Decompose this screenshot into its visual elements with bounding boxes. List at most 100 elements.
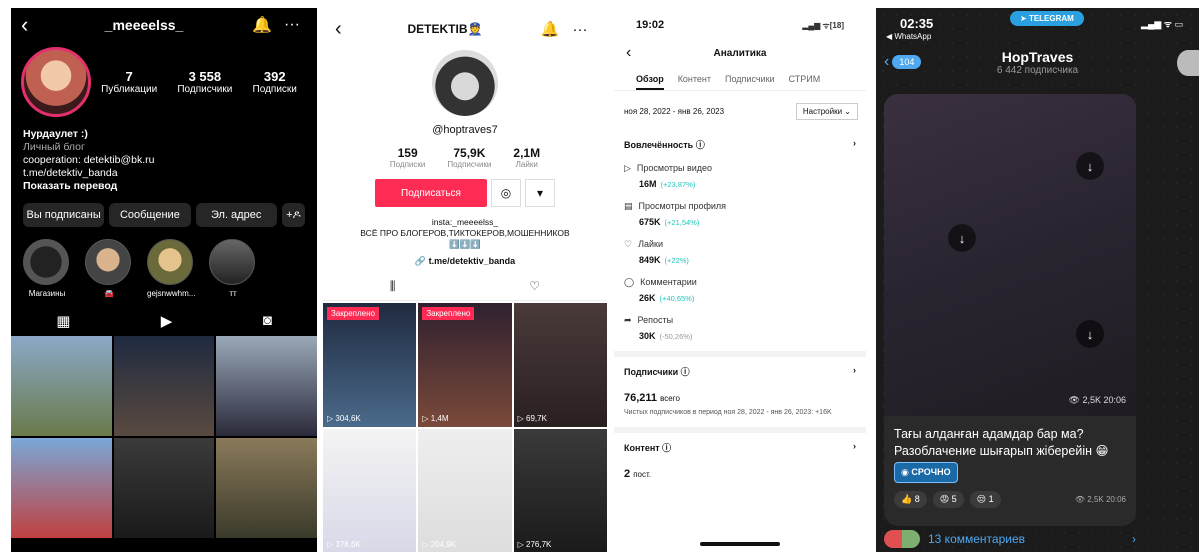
engagement-section-header[interactable]: Вовлечённость ⓘ › xyxy=(614,120,866,151)
metric-comments: ◯ Комментарии 26K (+40,65%) xyxy=(614,265,866,303)
stat-following[interactable]: 392 Подписки xyxy=(253,69,297,95)
grid-icon[interactable]: ▦ xyxy=(56,312,70,330)
more-icon[interactable]: ··· xyxy=(565,21,595,38)
post-thumbnail[interactable] xyxy=(11,336,112,436)
followers-total: 76,211 всего xyxy=(614,378,866,404)
bio-line: ⬇️⬇️⬇️ xyxy=(449,239,481,249)
metric-label: Репосты xyxy=(637,315,674,325)
video-thumbnail[interactable]: ▷ 378,6K xyxy=(323,429,417,552)
download-icon[interactable]: ↓ xyxy=(948,224,976,252)
stat-followers[interactable]: 75,9K Подписчики xyxy=(447,146,491,169)
app-pill: ➤ TELEGRAM xyxy=(1010,11,1084,26)
back-icon[interactable]: ‹ xyxy=(21,12,41,38)
back-icon[interactable]: ‹ xyxy=(335,18,355,41)
tab-overview[interactable]: Обзор xyxy=(636,74,664,90)
liked-tab-icon[interactable]: ♡ xyxy=(529,279,540,294)
instagram-profile-panel: ‹ _meeeelss_ 🔔 ··· 7 Публикации 3 558 Подп… xyxy=(11,8,317,552)
profile-header: 7 Публикации 3 558 Подписчики 392 Подписки xyxy=(11,42,317,122)
video-views: ▷ 69,7K xyxy=(517,414,547,423)
tagged-icon[interactable]: ◙ xyxy=(263,312,272,330)
post-thumbnail[interactable] xyxy=(113,438,215,538)
unamused-face-icon: 😒 xyxy=(976,494,987,504)
message-body: Тағы алданған адамдар бар ма? Разоблачен… xyxy=(894,427,1109,458)
email-button[interactable]: Эл. адрес xyxy=(195,203,277,227)
share-icon: ➦ xyxy=(624,315,632,325)
highlight-cover xyxy=(209,239,255,285)
translate-link[interactable]: Показать перевод xyxy=(23,180,305,193)
stat-likes[interactable]: 2,1M Лайки xyxy=(513,146,540,169)
post-thumbnail[interactable] xyxy=(113,336,215,436)
chevron-right-icon: › xyxy=(1132,532,1136,546)
content-count-suffix: пост. xyxy=(633,470,651,479)
more-icon[interactable]: ··· xyxy=(277,16,307,34)
video-thumbnail[interactable]: ▷ 204,9K xyxy=(418,429,512,552)
pinned-badge: Закреплено xyxy=(422,307,475,320)
highlight-item[interactable]: тт xyxy=(209,239,257,298)
avatar[interactable] xyxy=(432,50,498,116)
stat-posts[interactable]: 7 Публикации xyxy=(101,69,157,95)
bell-icon[interactable]: 🔔 xyxy=(535,20,565,38)
page-title: Аналитика xyxy=(713,47,767,59)
bio-category: Личный блог xyxy=(23,141,85,153)
highlight-item[interactable]: 🚘 xyxy=(85,239,133,298)
profile-tabs: ▦ ▶ ◙ xyxy=(11,298,317,336)
bio-link[interactable]: 🔗 t.me/detektiv_banda xyxy=(323,256,607,267)
highlight-item[interactable]: Магазины xyxy=(23,239,71,298)
video-thumbnail[interactable]: Закреплено ▷ 304,6K xyxy=(323,303,417,427)
metric-label: Комментарии xyxy=(640,277,697,287)
reaction-unamused[interactable]: 😒 1 xyxy=(969,491,1001,508)
metric-value: 16M xyxy=(639,179,657,189)
comments-button[interactable]: 13 комментариев › xyxy=(884,530,1136,548)
video-preview[interactable]: ↓ ↓ ↓ 👁 2,5K 20:06 xyxy=(884,94,1136,416)
bio-name: Нурдаулет :) xyxy=(23,128,88,140)
post-thumbnail[interactable] xyxy=(216,336,317,436)
follow-button[interactable]: Подписаться xyxy=(375,179,487,207)
message-button[interactable]: Сообщение xyxy=(109,203,191,227)
reaction-angry[interactable]: 😡 5 xyxy=(932,491,964,508)
tab-content[interactable]: Контент xyxy=(678,74,711,90)
tab-live[interactable]: СТРИМ xyxy=(789,74,821,90)
reels-icon[interactable]: ▶ xyxy=(161,312,173,330)
bell-icon[interactable]: 🔔 xyxy=(247,15,277,35)
video-thumbnail[interactable]: Закреплено ▷ 1,4M xyxy=(418,303,512,427)
bio-link[interactable]: t.me/detektiv_banda xyxy=(23,167,305,180)
video-thumbnail[interactable]: ▷ 69,7K xyxy=(513,303,607,427)
tab-followers[interactable]: Подписчики xyxy=(725,74,775,90)
download-icon[interactable]: ↓ xyxy=(1076,152,1104,180)
following-button[interactable]: Вы подписаны xyxy=(23,203,105,227)
highlight-label: тт xyxy=(229,289,237,298)
analytics-header: ‹ Аналитика xyxy=(614,42,866,64)
metric-value: 26K xyxy=(639,293,656,303)
battery-icon: [18] xyxy=(829,20,844,30)
settings-button[interactable]: Настройки ⌄ xyxy=(795,103,858,120)
profile-handle: @hoptraves7 xyxy=(432,124,498,136)
videos-tab-icon[interactable]: ⫼ xyxy=(390,279,396,294)
back-icon[interactable]: ‹ xyxy=(626,44,646,62)
content-section-header[interactable]: Контент ⓘ › xyxy=(614,433,866,454)
reaction-thumbs-up[interactable]: 👍 8 xyxy=(894,491,927,508)
add-user-button[interactable]: +ዶ xyxy=(281,203,306,227)
stat-label: Лайки xyxy=(515,160,538,169)
post-thumbnail[interactable] xyxy=(11,438,112,538)
channel-info[interactable]: HopTraves 6 442 подписчика xyxy=(876,49,1199,76)
reaction-count: 5 xyxy=(951,494,957,504)
video-thumbnail[interactable]: ▷ 276,7K xyxy=(513,429,607,552)
metric-delta: (+23,87%) xyxy=(660,180,696,189)
urgent-tag: ◉ СРОЧНО xyxy=(894,462,958,483)
stat-followers[interactable]: 3 558 Подписчики xyxy=(177,69,232,95)
reaction-count: 8 xyxy=(914,494,920,504)
followers-section-header[interactable]: Подписчики ⓘ › xyxy=(614,357,866,378)
battery-level: 18 xyxy=(832,20,842,30)
highlight-item[interactable]: gejsnwwhm... xyxy=(147,239,195,298)
instagram-icon[interactable]: ◎ xyxy=(491,179,521,207)
download-icon[interactable]: ↓ xyxy=(1076,320,1104,348)
post-thumbnail[interactable] xyxy=(216,438,317,538)
stat-label: Подписчики xyxy=(177,84,233,95)
highlight-cover xyxy=(23,239,69,285)
followers-total-value: 76,211 xyxy=(624,392,658,404)
dropdown-icon[interactable]: ▾ xyxy=(525,179,555,207)
avatar[interactable] xyxy=(21,47,91,117)
status-time: 02:35 xyxy=(900,15,934,31)
stat-following[interactable]: 159 Подписки xyxy=(390,146,425,169)
avatar[interactable] xyxy=(1177,50,1199,76)
